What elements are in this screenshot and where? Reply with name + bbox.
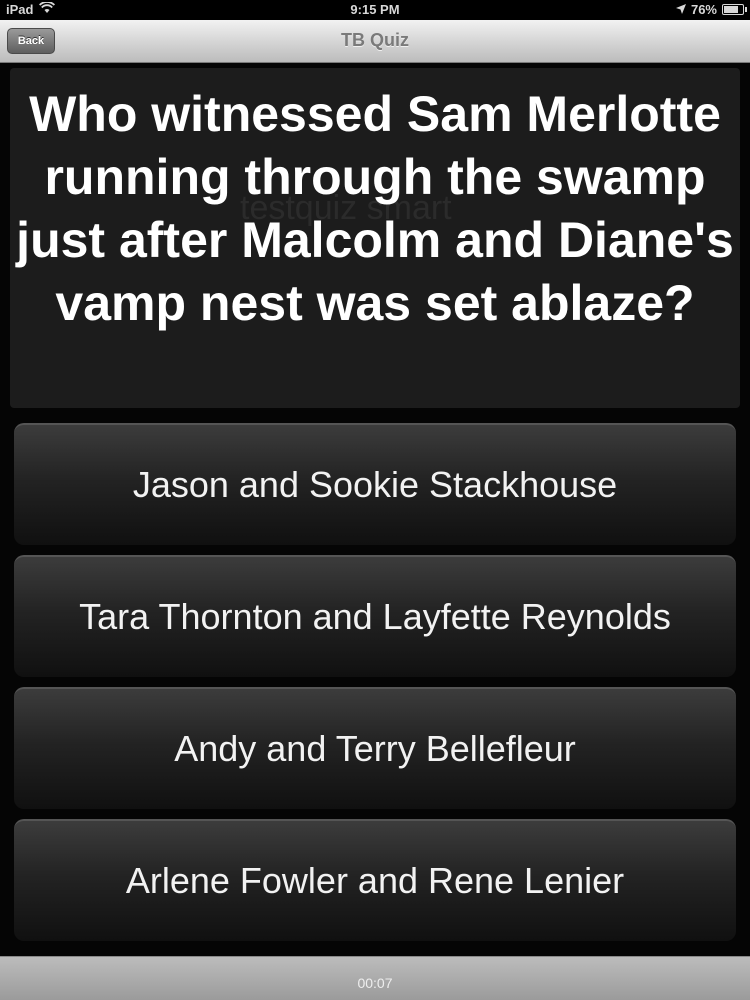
battery-percent: 76% xyxy=(690,2,717,17)
bottom-toolbar: 00:07 xyxy=(0,956,750,1000)
page-title: TB Quiz xyxy=(341,30,409,50)
answer-button-1[interactable]: Jason and Sookie Stackhouse xyxy=(14,423,736,545)
status-right: 76% xyxy=(675,2,747,17)
status-time: 9:15 PM xyxy=(350,2,400,17)
status-bar: iPad 9:15 PM 76% xyxy=(0,0,750,20)
battery-fill xyxy=(724,6,738,13)
location-arrow-icon xyxy=(675,2,686,17)
navigation-bar: Back TB Quiz xyxy=(0,20,750,63)
quiz-timer: 00:07 xyxy=(357,975,393,991)
answer-button-4[interactable]: Arlene Fowler and Rene Lenier xyxy=(14,819,736,941)
question-panel: testquiz smart Who witnessed Sam Merlott… xyxy=(10,68,740,408)
answer-list: Jason and Sookie Stackhouse Tara Thornto… xyxy=(14,423,736,951)
answer-button-3[interactable]: Andy and Terry Bellefleur xyxy=(14,687,736,809)
quiz-content: testquiz smart Who witnessed Sam Merlott… xyxy=(0,63,750,956)
battery-icon xyxy=(722,4,747,15)
question-text: Who witnessed Sam Merlotte running throu… xyxy=(16,86,734,331)
quiz-screen: iPad 9:15 PM 76% Back TB Quiz testquiz s… xyxy=(0,0,750,1000)
answer-button-2[interactable]: Tara Thornton and Layfette Reynolds xyxy=(14,555,736,677)
